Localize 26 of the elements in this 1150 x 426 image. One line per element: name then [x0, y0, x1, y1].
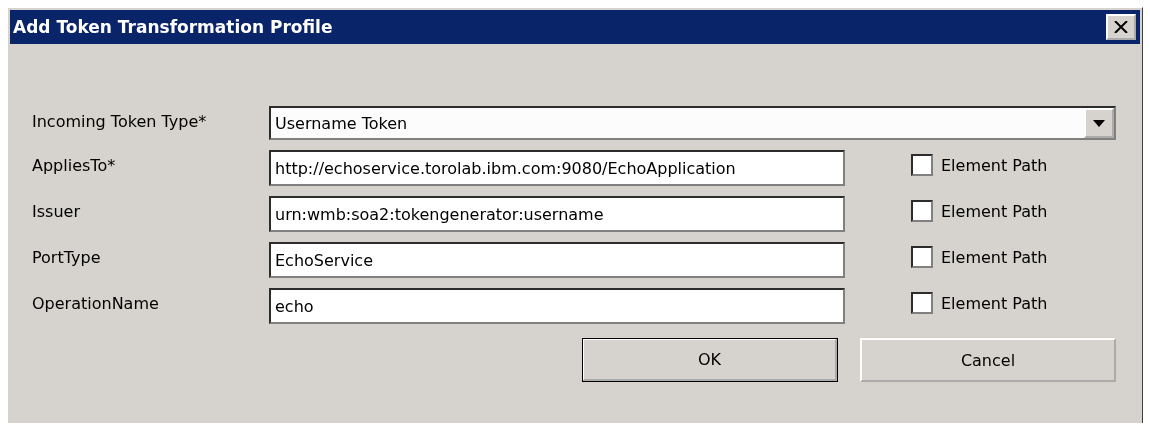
- caret-icon: [1093, 119, 1105, 127]
- ok-button[interactable]: OK: [582, 338, 838, 382]
- dropdown-value: Username Token: [275, 113, 408, 133]
- window-title: Add Token Transformation Profile: [13, 17, 333, 37]
- input-field[interactable]: echo: [269, 288, 845, 324]
- checkbox-label: Element Path: [941, 293, 1048, 313]
- checkbox-label: Element Path: [941, 247, 1048, 267]
- field-label: Issuer: [32, 201, 81, 221]
- field-label: PortType: [32, 247, 102, 267]
- field-label: OperationName: [32, 293, 160, 313]
- checkbox[interactable]: [911, 154, 933, 176]
- dropdown-button[interactable]: [1084, 108, 1114, 138]
- input-field[interactable]: http://echoservice.torolab.ibm.com:9080/EchoApplication: [269, 150, 845, 186]
- input-field[interactable]: EchoService: [269, 242, 845, 278]
- field-label: AppliesTo*: [32, 155, 117, 175]
- token-type-dropdown[interactable]: Username Token: [269, 106, 1116, 140]
- close-icon: [1114, 21, 1128, 33]
- field-label: Incoming Token Type*: [32, 111, 208, 131]
- cancel-button[interactable]: Cancel: [860, 338, 1116, 382]
- checkbox[interactable]: [911, 200, 933, 222]
- checkbox-label: Element Path: [941, 155, 1048, 175]
- checkbox[interactable]: [911, 292, 933, 314]
- checkbox-label: Element Path: [941, 201, 1048, 221]
- input-field[interactable]: urn:wmb:soa2:tokengenerator:username: [269, 196, 845, 232]
- close-button[interactable]: [1106, 14, 1136, 40]
- checkbox[interactable]: [911, 246, 933, 268]
